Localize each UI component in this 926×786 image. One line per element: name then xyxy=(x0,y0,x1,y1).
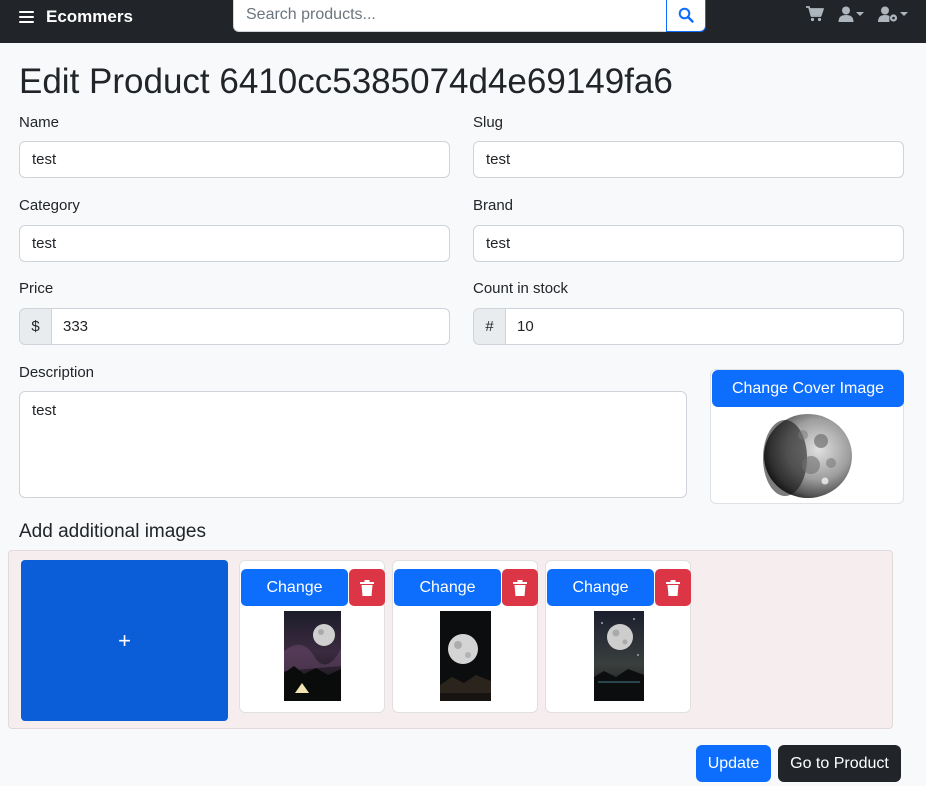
additional-images-heading: Add additional images xyxy=(19,521,206,542)
description-field[interactable]: test xyxy=(19,391,687,498)
brand-label: Brand xyxy=(473,197,514,214)
image-card: Change xyxy=(545,560,691,713)
change-image-button[interactable]: Change xyxy=(394,569,501,606)
change-cover-image-button[interactable]: Change Cover Image xyxy=(712,370,904,407)
cover-image-card: Change Cover Image xyxy=(710,369,904,504)
price-label: Price xyxy=(19,280,54,297)
hash-prefix: # xyxy=(473,308,506,345)
slug-label: Slug xyxy=(473,114,504,131)
cover-image xyxy=(763,414,852,498)
delete-image-button[interactable] xyxy=(502,569,538,606)
count-input-group: # xyxy=(473,308,904,345)
go-to-product-button[interactable]: Go to Product xyxy=(778,745,901,782)
price-field[interactable] xyxy=(52,308,450,345)
update-button[interactable]: Update xyxy=(696,745,771,782)
search-input[interactable] xyxy=(233,0,666,32)
change-image-button[interactable]: Change xyxy=(547,569,654,606)
description-label: Description xyxy=(19,364,95,381)
image-card: Change xyxy=(239,560,385,713)
search-icon xyxy=(678,7,694,23)
admin-dropdown[interactable] xyxy=(878,6,908,22)
trash-icon xyxy=(666,579,680,596)
search-bar xyxy=(233,0,706,32)
plus-icon: + xyxy=(118,627,131,653)
search-button[interactable] xyxy=(666,0,706,32)
cart-button[interactable] xyxy=(806,6,824,22)
price-input-group: $ xyxy=(19,308,450,345)
category-field[interactable] xyxy=(19,225,450,262)
hamburger-icon xyxy=(19,11,34,23)
name-label: Name xyxy=(19,114,60,131)
name-field[interactable] xyxy=(19,141,450,178)
count-label: Count in stock xyxy=(473,280,569,297)
additional-image-thumbnail xyxy=(284,611,341,701)
change-image-button[interactable]: Change xyxy=(241,569,348,606)
image-card: Change xyxy=(392,560,538,713)
menu-toggle[interactable]: Ecommers xyxy=(19,7,133,27)
top-navbar: Ecommers xyxy=(0,0,926,43)
chevron-down-icon xyxy=(900,12,908,16)
additional-image-thumbnail xyxy=(440,611,491,701)
chevron-down-icon xyxy=(856,12,864,16)
count-in-stock-field[interactable] xyxy=(506,308,904,345)
slug-field[interactable] xyxy=(473,141,904,178)
additional-images-area: + Change Change Change xyxy=(8,550,893,729)
admin-settings-icon xyxy=(878,6,898,22)
brand-field[interactable] xyxy=(473,225,904,262)
page-title: Edit Product 6410cc5385074d4e69149fa6 xyxy=(19,62,673,101)
cart-icon xyxy=(806,6,824,22)
delete-image-button[interactable] xyxy=(349,569,385,606)
category-label: Category xyxy=(19,197,80,214)
delete-image-button[interactable] xyxy=(655,569,691,606)
trash-icon xyxy=(360,579,374,596)
brand-name: Ecommers xyxy=(46,7,133,26)
user-icon xyxy=(838,6,854,22)
add-image-button[interactable]: + xyxy=(21,560,228,721)
trash-icon xyxy=(513,579,527,596)
dollar-prefix: $ xyxy=(19,308,52,345)
user-dropdown[interactable] xyxy=(838,6,864,22)
additional-image-thumbnail xyxy=(594,611,644,701)
nav-icons xyxy=(806,6,908,22)
